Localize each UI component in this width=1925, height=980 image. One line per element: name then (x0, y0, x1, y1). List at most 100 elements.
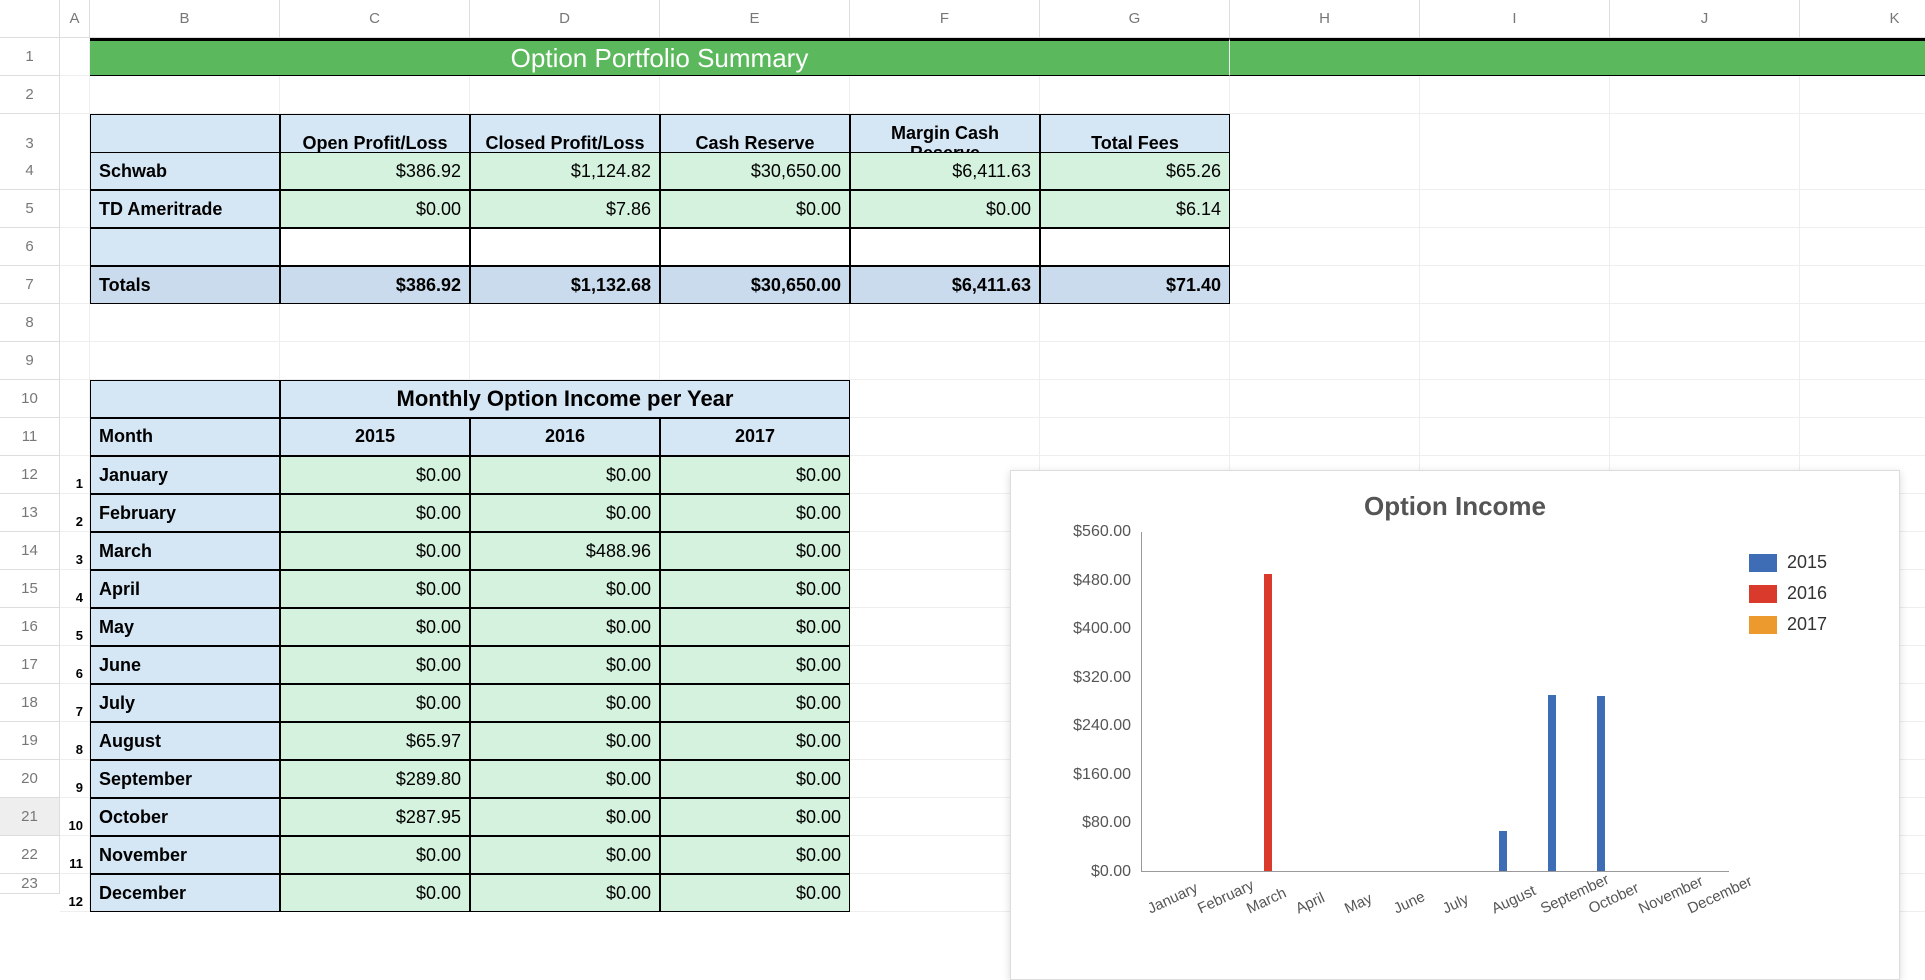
row-index: 8 (60, 722, 90, 760)
summary-value: $0.00 (280, 190, 470, 228)
month-label: February (90, 494, 280, 532)
summary-value: $0.00 (850, 190, 1040, 228)
row-index: 6 (60, 646, 90, 684)
y-tick: $400.00 (1031, 620, 1131, 638)
monthly-value: $0.00 (280, 608, 470, 646)
col-header-C[interactable]: C (280, 0, 470, 38)
legend-swatch (1749, 616, 1777, 634)
monthly-title: Monthly Option Income per Year (280, 380, 850, 418)
summary-value: $30,650.00 (660, 152, 850, 190)
y-tick: $0.00 (1031, 863, 1131, 881)
monthly-value: $0.00 (280, 646, 470, 684)
row-header-22[interactable]: 22 (0, 836, 60, 874)
row-header-17[interactable]: 17 (0, 646, 60, 684)
month-label: June (90, 646, 280, 684)
row-header-1[interactable]: 1 (0, 38, 60, 76)
legend-item: 2017 (1749, 614, 1879, 635)
y-tick: $560.00 (1031, 523, 1131, 541)
month-label: March (90, 532, 280, 570)
row-index: 4 (60, 570, 90, 608)
legend-swatch (1749, 554, 1777, 572)
totals-value: $6,411.63 (850, 266, 1040, 304)
x-label: July (1440, 891, 1471, 918)
monthly-value: $0.00 (660, 874, 850, 912)
summary-value: $65.26 (1040, 152, 1230, 190)
col-header-J[interactable]: J (1610, 0, 1800, 38)
x-label: August (1489, 882, 1539, 917)
y-tick: $320.00 (1031, 669, 1131, 687)
row-header-23[interactable]: 23 (0, 874, 60, 894)
row-header-13[interactable]: 13 (0, 494, 60, 532)
summary-value: $1,124.82 (470, 152, 660, 190)
row-header-8[interactable]: 8 (0, 304, 60, 342)
x-label: April (1293, 889, 1327, 917)
totals-value: $30,650.00 (660, 266, 850, 304)
month-label: July (90, 684, 280, 722)
monthly-value: $0.00 (470, 684, 660, 722)
col-header-B[interactable]: B (90, 0, 280, 38)
x-label: June (1391, 888, 1428, 917)
broker-label: TD Ameritrade (90, 190, 280, 228)
monthly-value: $0.00 (280, 836, 470, 874)
monthly-col-header: 2017 (660, 418, 850, 456)
legend-swatch (1749, 585, 1777, 603)
row-header-19[interactable]: 19 (0, 722, 60, 760)
monthly-value: $0.00 (280, 874, 470, 912)
row-header-11[interactable]: 11 (0, 418, 60, 456)
monthly-value: $0.00 (280, 684, 470, 722)
broker-label: Schwab (90, 152, 280, 190)
monthly-value: $488.96 (470, 532, 660, 570)
monthly-value: $0.00 (280, 570, 470, 608)
row-index: 7 (60, 684, 90, 722)
col-header-K[interactable]: K (1800, 0, 1925, 38)
row-header-20[interactable]: 20 (0, 760, 60, 798)
row-header-18[interactable]: 18 (0, 684, 60, 722)
legend-item: 2016 (1749, 583, 1879, 604)
x-label: May (1342, 890, 1375, 917)
row-index: 5 (60, 608, 90, 646)
col-header-I[interactable]: I (1420, 0, 1610, 38)
col-header-D[interactable]: D (470, 0, 660, 38)
month-label: April (90, 570, 280, 608)
month-label: May (90, 608, 280, 646)
monthly-value: $0.00 (660, 494, 850, 532)
summary-value: $6.14 (1040, 190, 1230, 228)
monthly-value: $0.00 (470, 570, 660, 608)
row-index: 2 (60, 494, 90, 532)
row-header-4[interactable]: 4 (0, 152, 60, 190)
row-header-10[interactable]: 10 (0, 380, 60, 418)
y-tick: $160.00 (1031, 766, 1131, 784)
y-tick: $80.00 (1031, 814, 1131, 832)
col-header-F[interactable]: F (850, 0, 1040, 38)
row-header-16[interactable]: 16 (0, 608, 60, 646)
monthly-value: $0.00 (280, 456, 470, 494)
row-header-6[interactable]: 6 (0, 228, 60, 266)
col-header-A[interactable]: A (60, 0, 90, 38)
row-header-15[interactable]: 15 (0, 570, 60, 608)
monthly-value: $0.00 (280, 494, 470, 532)
row-header-9[interactable]: 9 (0, 342, 60, 380)
month-label: October (90, 798, 280, 836)
row-header-5[interactable]: 5 (0, 190, 60, 228)
col-header-H[interactable]: H (1230, 0, 1420, 38)
chart-title: Option Income (1031, 491, 1879, 522)
col-header-G[interactable]: G (1040, 0, 1230, 38)
row-index: 10 (60, 798, 90, 836)
totals-label: Totals (90, 266, 280, 304)
row-header-7[interactable]: 7 (0, 266, 60, 304)
row-header-14[interactable]: 14 (0, 532, 60, 570)
row-index: 11 (60, 836, 90, 874)
chart-bar (1499, 831, 1507, 871)
select-all-corner[interactable] (0, 0, 60, 38)
monthly-value: $0.00 (470, 456, 660, 494)
option-income-chart[interactable]: Option Income $0.00$80.00$160.00$240.00$… (1010, 470, 1900, 980)
month-label: September (90, 760, 280, 798)
row-header-12[interactable]: 12 (0, 456, 60, 494)
monthly-value: $0.00 (470, 722, 660, 760)
legend-item: 2015 (1749, 552, 1879, 573)
col-header-E[interactable]: E (660, 0, 850, 38)
monthly-value: $0.00 (470, 608, 660, 646)
page-title: Option Portfolio Summary (90, 38, 1230, 76)
row-header-21[interactable]: 21 (0, 798, 60, 836)
row-header-2[interactable]: 2 (0, 76, 60, 114)
